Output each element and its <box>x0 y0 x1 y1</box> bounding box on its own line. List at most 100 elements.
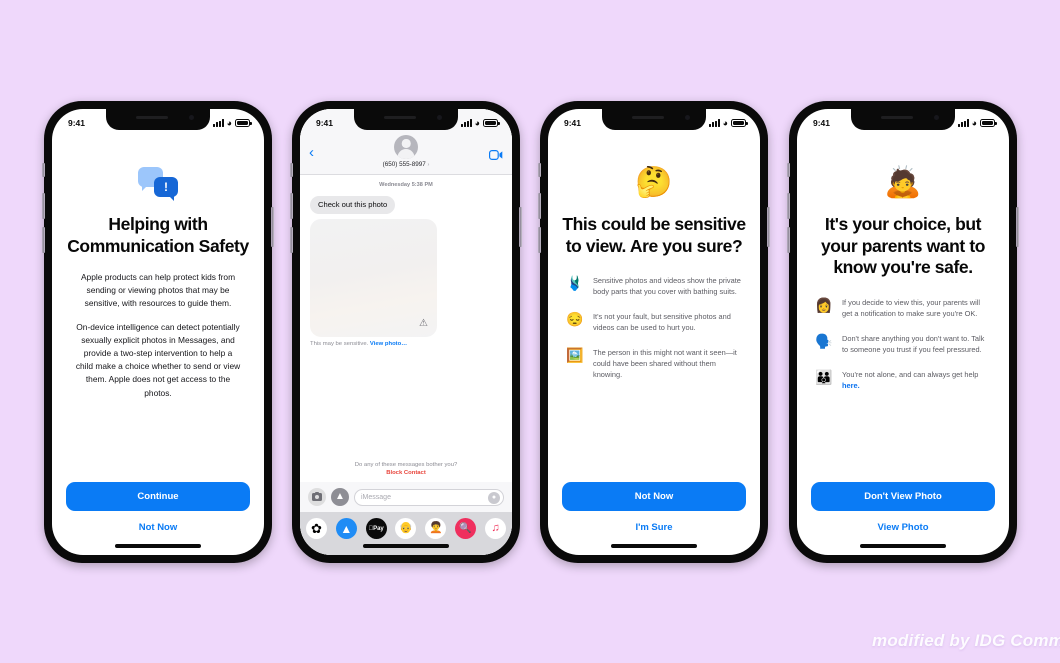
volume-up-button[interactable] <box>42 193 45 219</box>
memoji-alt-icon[interactable]: 🧑‍🦱 <box>425 518 447 539</box>
status-time: 9:41 <box>316 118 334 128</box>
exclamation-glyph: ! <box>164 179 168 194</box>
list-item: 🖼️ The person in this might not want it … <box>566 347 742 381</box>
chat-bubbles-alert-icon: ! <box>138 166 178 201</box>
sensitive-note-text: This may be sensitive. <box>310 340 369 347</box>
power-button[interactable] <box>271 207 274 247</box>
volume-down-button[interactable] <box>290 227 293 253</box>
battery-icon <box>731 119 748 127</box>
avatar-body <box>397 149 415 159</box>
help-here-link[interactable]: here. <box>842 381 860 390</box>
power-button[interactable] <box>767 207 770 247</box>
thinking-face-emoji: 🤔 <box>635 166 673 199</box>
list-item-text: Sensitive photos and videos show the pri… <box>593 276 741 297</box>
app-store-icon[interactable]: ▲ <box>331 488 349 506</box>
page-title: This could be sensitive to view. Are you… <box>562 214 746 256</box>
battery-icon <box>980 119 997 127</box>
phone-screen: 9:41 ◕ ! Helping with Communication Safe… <box>52 109 264 555</box>
intro-paragraph-1: Apple products can help protect kids fro… <box>80 272 236 309</box>
home-indicator[interactable] <box>363 544 449 548</box>
not-now-button[interactable]: Not Now <box>66 511 250 533</box>
im-sure-button[interactable]: I'm Sure <box>562 511 746 533</box>
memoji-icon[interactable]: 👴 <box>395 518 417 539</box>
watermark-text: modified by IDG Comm <box>872 631 1060 650</box>
phone-screen: 9:41 ◕ 🤔 This could be sensitive to view… <box>548 109 760 555</box>
mute-switch[interactable] <box>787 163 790 177</box>
audio-wave-icon[interactable]: ● <box>488 492 500 504</box>
facetime-video-icon[interactable] <box>489 147 503 165</box>
home-indicator[interactable] <box>115 544 201 548</box>
imessage-placeholder: iMessage <box>361 493 391 501</box>
contact-number: (650) 555-8997 <box>382 161 426 168</box>
swimsuit-emoji: 🩱 <box>566 275 584 292</box>
message-thread: Wednesday 5:38 PM Check out this photo ⚠… <box>300 175 512 462</box>
not-now-button[interactable]: Not Now <box>562 482 746 511</box>
status-bar: 9:41 ◕ <box>548 109 760 133</box>
chat-bubble-front-icon: ! <box>154 176 178 201</box>
messages-pane: ‹ (650) 555-8997 › Wednesday 5:38 PM Che… <box>300 109 512 555</box>
dont-view-photo-button[interactable]: Don't View Photo <box>811 482 995 511</box>
home-indicator[interactable] <box>611 544 697 548</box>
list-item: 👩 If you decide to view this, your paren… <box>815 297 991 320</box>
bullet-list: 🩱 Sensitive photos and videos show the p… <box>562 275 746 381</box>
hero-icon-area: 🤔 <box>562 161 746 205</box>
block-contact-area: Do any of these messages bother you? Blo… <box>300 462 512 482</box>
cellular-bars-icon <box>957 119 969 127</box>
page-title: It's your choice, but your parents want … <box>820 214 986 278</box>
back-chevron-icon[interactable]: ‹ <box>309 145 314 160</box>
phone-mockup-sensitive-warning: 9:41 ◕ 🤔 This could be sensitive to view… <box>538 101 770 563</box>
photos-app-icon[interactable]: ✿ <box>306 518 327 539</box>
volume-up-button[interactable] <box>290 193 293 219</box>
woman-notification-emoji: 👩 <box>815 297 833 314</box>
intro-pane: ! Helping with Communication Safety Appl… <box>52 133 264 555</box>
volume-down-button[interactable] <box>538 227 541 253</box>
home-indicator[interactable] <box>860 544 946 548</box>
music-app-icon[interactable]: ♫ <box>484 518 506 539</box>
continue-button[interactable]: Continue <box>66 482 250 511</box>
wifi-icon: ◕ <box>474 117 480 128</box>
volume-down-button[interactable] <box>42 227 45 253</box>
wifi-icon: ◕ <box>722 117 728 128</box>
mute-switch[interactable] <box>42 163 45 177</box>
view-photo-button[interactable]: View Photo <box>811 511 995 533</box>
mute-switch[interactable] <box>290 163 293 177</box>
cellular-bars-icon <box>212 119 224 127</box>
avatar-head <box>401 139 411 148</box>
phone-screen: 9:41 ◕ 🙇 It's your choice, but your pare… <box>797 109 1009 555</box>
volume-up-button[interactable] <box>787 193 790 219</box>
imessage-input[interactable]: iMessage ● <box>354 488 504 506</box>
contact-name[interactable]: (650) 555-8997 › <box>310 161 502 168</box>
volume-up-button[interactable] <box>538 193 541 219</box>
status-time: 9:41 <box>68 118 86 128</box>
thread-timestamp: Wednesday 5:38 PM <box>379 182 433 188</box>
person-bowing-emoji: 🙇 <box>884 166 922 199</box>
family-emoji: 👪 <box>815 368 833 385</box>
battery-icon <box>235 119 252 127</box>
incoming-message-bubble[interactable]: Check out this photo <box>310 195 396 214</box>
mute-switch[interactable] <box>538 163 541 177</box>
list-item-text: The person in this might not want it see… <box>593 348 737 380</box>
status-time: 9:41 <box>564 118 582 128</box>
hero-icon-area: ! <box>66 161 250 205</box>
blurred-photo-attachment[interactable]: ⚠ <box>310 218 437 337</box>
volume-down-button[interactable] <box>787 227 790 253</box>
view-photo-link[interactable]: View photo… <box>370 341 407 347</box>
power-button[interactable] <box>1016 207 1019 247</box>
list-item-text-part: You're not alone, and can always get hel… <box>842 369 979 379</box>
images-search-icon[interactable]: 🔍 <box>455 518 477 539</box>
wifi-icon: ◕ <box>971 117 977 128</box>
apple-pay-icon[interactable]: Pay <box>365 518 387 539</box>
phone-mockup-communication-safety-intro: 9:41 ◕ ! Helping with Communication Safe… <box>42 101 274 563</box>
list-item-text: It's not your fault, but sensitive photo… <box>593 312 731 333</box>
contact-avatar-icon[interactable] <box>394 135 418 159</box>
block-prompt-text: Do any of these messages bother you? <box>354 462 458 468</box>
intro-paragraph-2: On-device intelligence can detect potent… <box>75 322 241 398</box>
app-store-tray-icon[interactable]: ▲ <box>335 518 357 539</box>
camera-icon[interactable] <box>308 488 326 506</box>
block-contact-link[interactable]: Block Contact <box>300 470 512 476</box>
bullet-list: 👩 If you decide to view this, your paren… <box>811 297 995 392</box>
power-button[interactable] <box>519 207 522 247</box>
